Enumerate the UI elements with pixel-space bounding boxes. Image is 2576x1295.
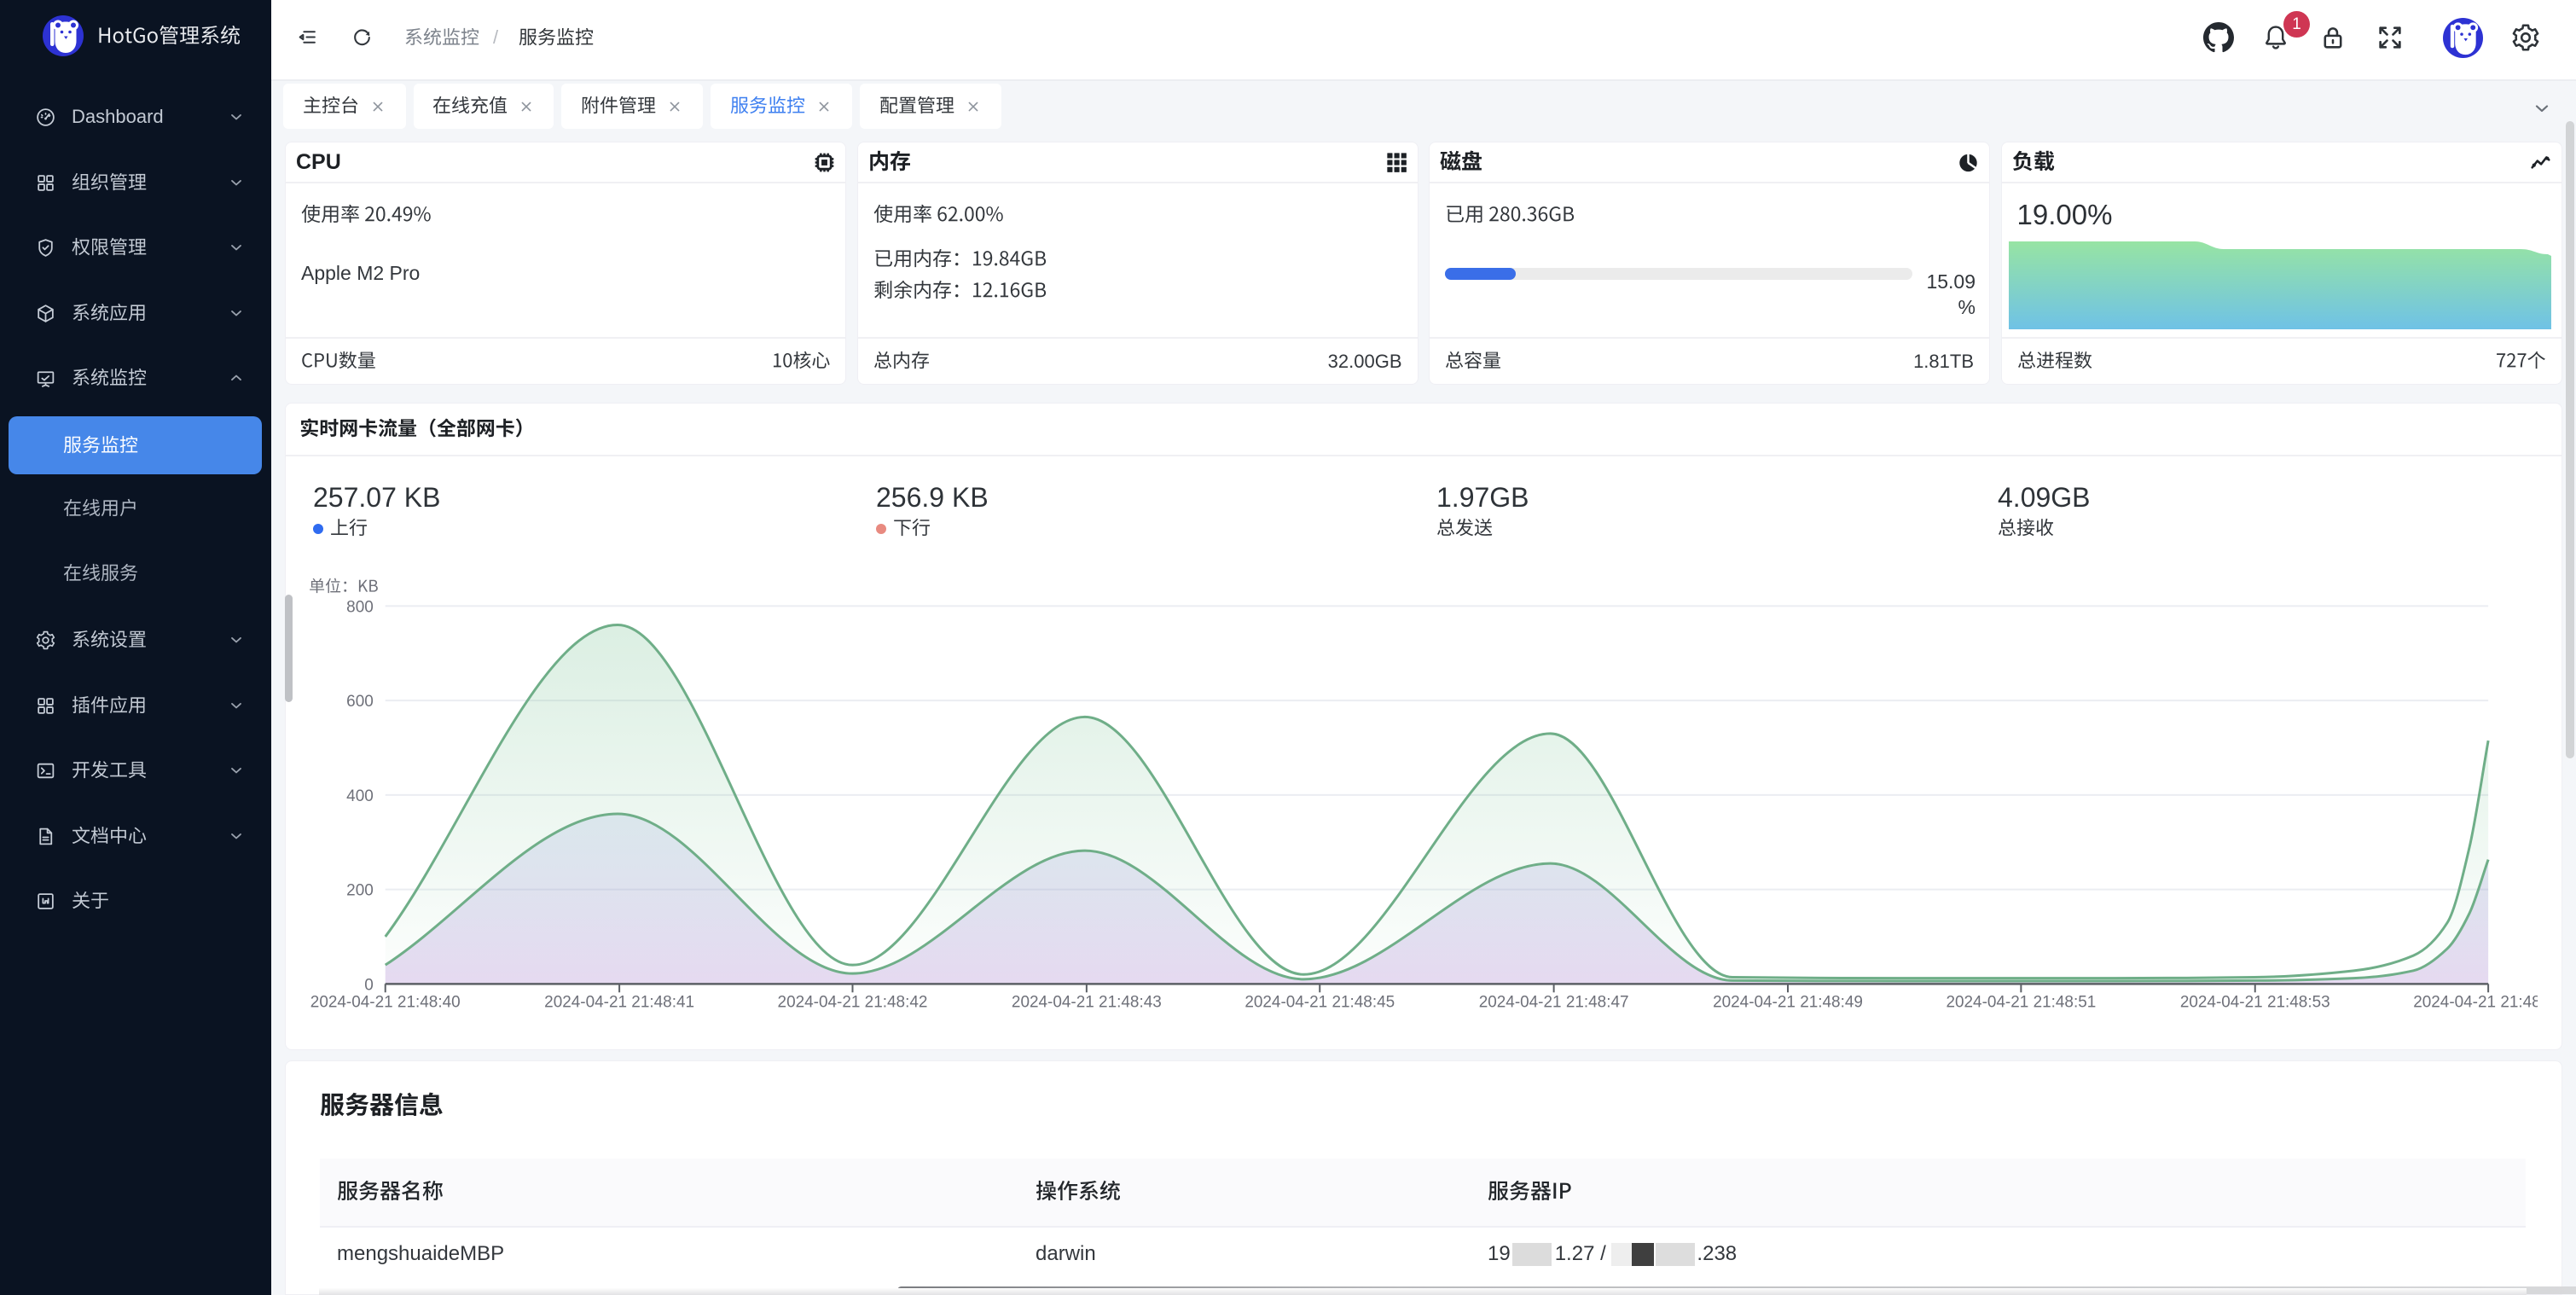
svg-text:800: 800	[346, 598, 374, 616]
svg-text:2024-04-21 21:48:42: 2024-04-21 21:48:42	[778, 993, 928, 1011]
svg-text:2024-04-21 21:48:55: 2024-04-21 21:48:55	[2413, 993, 2538, 1011]
svg-text:2024-04-21 21:48:51: 2024-04-21 21:48:51	[1946, 993, 2096, 1011]
svg-text:200: 200	[346, 882, 374, 900]
svg-text:600: 600	[346, 693, 374, 711]
svg-text:2024-04-21 21:48:53: 2024-04-21 21:48:53	[2180, 993, 2330, 1011]
svg-text:2024-04-21 21:48:43: 2024-04-21 21:48:43	[1012, 993, 1162, 1011]
svg-text:2024-04-21 21:48:41: 2024-04-21 21:48:41	[544, 993, 694, 1011]
svg-text:2024-04-21 21:48:40: 2024-04-21 21:48:40	[310, 993, 461, 1011]
svg-text:2024-04-21 21:48:45: 2024-04-21 21:48:45	[1244, 993, 1395, 1011]
svg-text:0: 0	[364, 976, 374, 994]
svg-text:2024-04-21 21:48:49: 2024-04-21 21:48:49	[1713, 993, 1863, 1011]
svg-text:2024-04-21 21:48:47: 2024-04-21 21:48:47	[1479, 993, 1629, 1011]
svg-text:400: 400	[346, 787, 374, 805]
